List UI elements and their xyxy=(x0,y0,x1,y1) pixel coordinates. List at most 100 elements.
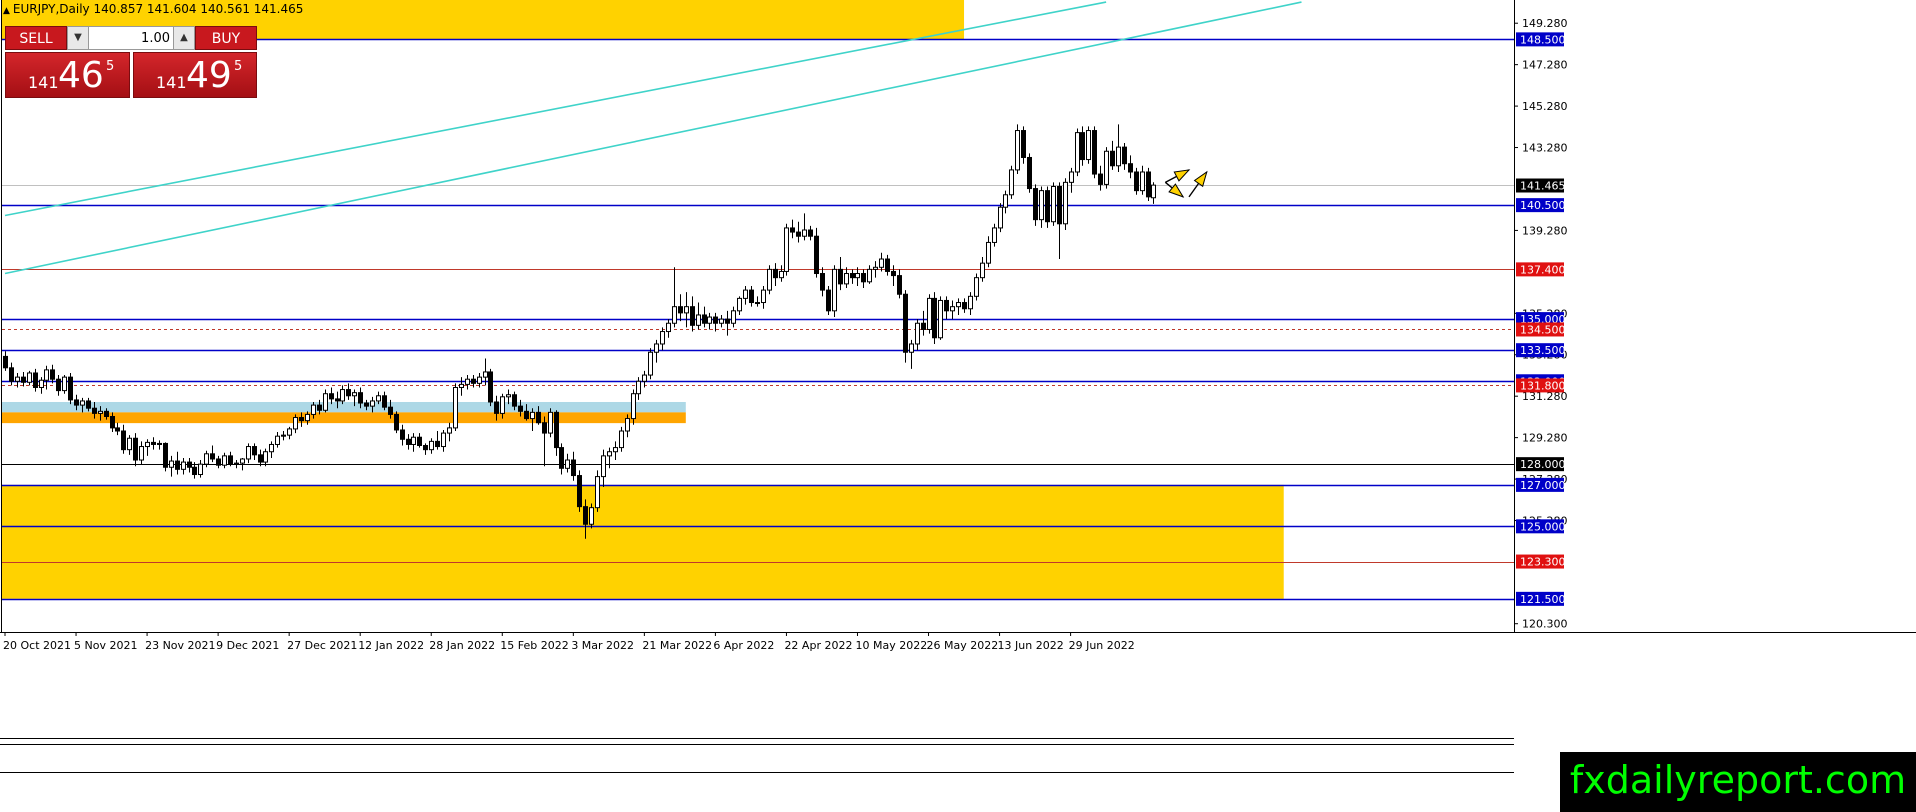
level-label-text: 121.500 xyxy=(1520,593,1566,606)
candle-2022-04-14 xyxy=(749,285,754,307)
bull-candle-body xyxy=(465,378,470,385)
bear-candle-body xyxy=(826,289,831,312)
bull-candle-body xyxy=(222,455,227,466)
price-tick-label: 120.300 xyxy=(1522,618,1568,631)
level-label-127.000: 127.000 xyxy=(1516,477,1566,492)
bear-candle-body xyxy=(104,410,109,417)
bear-candle-body xyxy=(850,273,855,279)
candle-2022-06-28 xyxy=(1063,178,1068,231)
bull-candle-body xyxy=(15,376,20,382)
candle-2022-03-25 xyxy=(666,319,671,338)
bear-candle-body xyxy=(335,398,340,402)
bull-candle-body xyxy=(411,436,416,445)
bull-candle-body xyxy=(1051,185,1056,223)
candle-2022-01-25 xyxy=(411,433,416,452)
candle-2021-12-10 xyxy=(222,452,227,469)
candle-2022-05-13 xyxy=(873,261,878,278)
bear-candle-body xyxy=(1122,146,1127,165)
bull-candle-body xyxy=(246,446,251,460)
candle-2021-12-09 xyxy=(216,455,221,469)
bear-candle-body xyxy=(583,506,588,525)
date-tick-label: 12 Jan 2022 xyxy=(358,639,424,652)
bear-candle-body xyxy=(1027,156,1032,190)
candle-2022-06-30 xyxy=(1075,128,1080,177)
price-axis[interactable]: 149.280147.280145.280143.280139.280135.2… xyxy=(1514,17,1568,631)
price-tick-label: 149.280 xyxy=(1522,17,1568,30)
level-label-text: 133.500 xyxy=(1520,344,1566,357)
bull-candle-body xyxy=(127,437,132,451)
bear-candle-body xyxy=(423,445,428,451)
bear-candle-body xyxy=(358,392,363,404)
bull-candle-body xyxy=(1116,146,1121,167)
bear-candle-body xyxy=(417,436,422,447)
bear-candle-body xyxy=(749,289,754,304)
bear-candle-body xyxy=(773,268,778,279)
candle-2022-03-10 xyxy=(601,449,606,487)
bull-candle-body xyxy=(654,343,659,353)
bull-candle-body xyxy=(950,306,955,312)
candle-2022-03-30 xyxy=(684,292,689,328)
date-tick-label: 26 May 2022 xyxy=(927,639,999,652)
bear-candle-body xyxy=(9,367,14,382)
sell-price-display[interactable]: 141 46 5 xyxy=(5,52,130,98)
bull-candle-body xyxy=(648,351,653,376)
candle-2022-01-10 xyxy=(346,383,351,400)
candle-2021-11-30 xyxy=(175,451,180,475)
candle-2022-06-15 xyxy=(1009,165,1014,199)
date-tick-label: 9 Dec 2021 xyxy=(216,639,279,652)
buy-price-display[interactable]: 141 49 5 xyxy=(133,52,257,98)
lot-size-stepper: ▼ ▲ xyxy=(67,26,195,50)
candle-2022-06-10 xyxy=(992,223,997,247)
current-price-label: 141.465 xyxy=(1516,178,1566,193)
buy-button[interactable]: BUY xyxy=(195,26,257,50)
price-tick-label: 143.280 xyxy=(1522,142,1568,155)
sell-button[interactable]: SELL xyxy=(5,26,67,50)
candle-2021-12-08 xyxy=(210,445,215,463)
bear-candle-body xyxy=(790,227,795,233)
candle-2022-05-05 xyxy=(838,256,843,291)
candle-2022-04-29 xyxy=(814,227,819,278)
bull-candle-body xyxy=(269,443,274,453)
bull-candle-body xyxy=(631,393,636,420)
price-tick-label: 129.280 xyxy=(1522,432,1568,445)
candle-2021-11-17 xyxy=(121,424,126,454)
bear-candle-body xyxy=(536,411,541,424)
bull-candle-body xyxy=(779,270,784,279)
candle-2021-10-20 xyxy=(3,351,8,371)
bear-candle-body xyxy=(1098,173,1103,185)
candle-2022-03-08 xyxy=(589,503,594,529)
lot-size-input[interactable] xyxy=(90,29,170,47)
bull-candle-body xyxy=(927,297,932,330)
lot-increase-icon[interactable]: ▲ xyxy=(173,27,194,49)
bear-candle-body xyxy=(903,293,908,353)
bull-candle-body xyxy=(915,322,920,345)
candle-2022-04-04 xyxy=(702,306,707,328)
bull-candle-body xyxy=(376,395,381,402)
candle-2022-04-26 xyxy=(796,221,801,243)
candle-2022-01-28 xyxy=(429,438,434,454)
candle-2021-12-21 xyxy=(263,448,268,467)
collapse-triangle-icon[interactable]: ▲ xyxy=(3,6,10,16)
bull-candle-body xyxy=(27,372,32,383)
bull-candle-body xyxy=(500,396,505,414)
light-blue-zone xyxy=(2,401,686,413)
candle-2021-11-16 xyxy=(115,422,120,436)
candle-2022-04-27 xyxy=(802,213,807,241)
time-axis[interactable]: 20 Oct 2021 5 Nov 2021 23 Nov 2021 9 Dec 20… xyxy=(3,632,1135,652)
bull-candle-body xyxy=(62,376,67,392)
bull-candle-body xyxy=(684,306,689,314)
bull-candle-body xyxy=(1104,150,1109,185)
candle-2022-04-08 xyxy=(725,310,730,336)
bear-candle-body xyxy=(814,235,819,275)
price-chart[interactable]: 149.280147.280145.280143.280139.280135.2… xyxy=(0,0,1916,812)
candle-2022-06-23 xyxy=(1045,186,1050,228)
bull-candle-body xyxy=(832,268,837,312)
bear-candle-body xyxy=(944,299,949,312)
bull-candle-body xyxy=(974,277,979,297)
bull-candle-body xyxy=(565,459,570,469)
bull-candle-body xyxy=(873,266,878,270)
candle-2022-06-13 xyxy=(998,203,1003,233)
lot-decrease-icon[interactable]: ▼ xyxy=(68,27,89,49)
bull-candle-body xyxy=(275,435,280,445)
sell-price-prefix: 141 xyxy=(28,73,59,92)
